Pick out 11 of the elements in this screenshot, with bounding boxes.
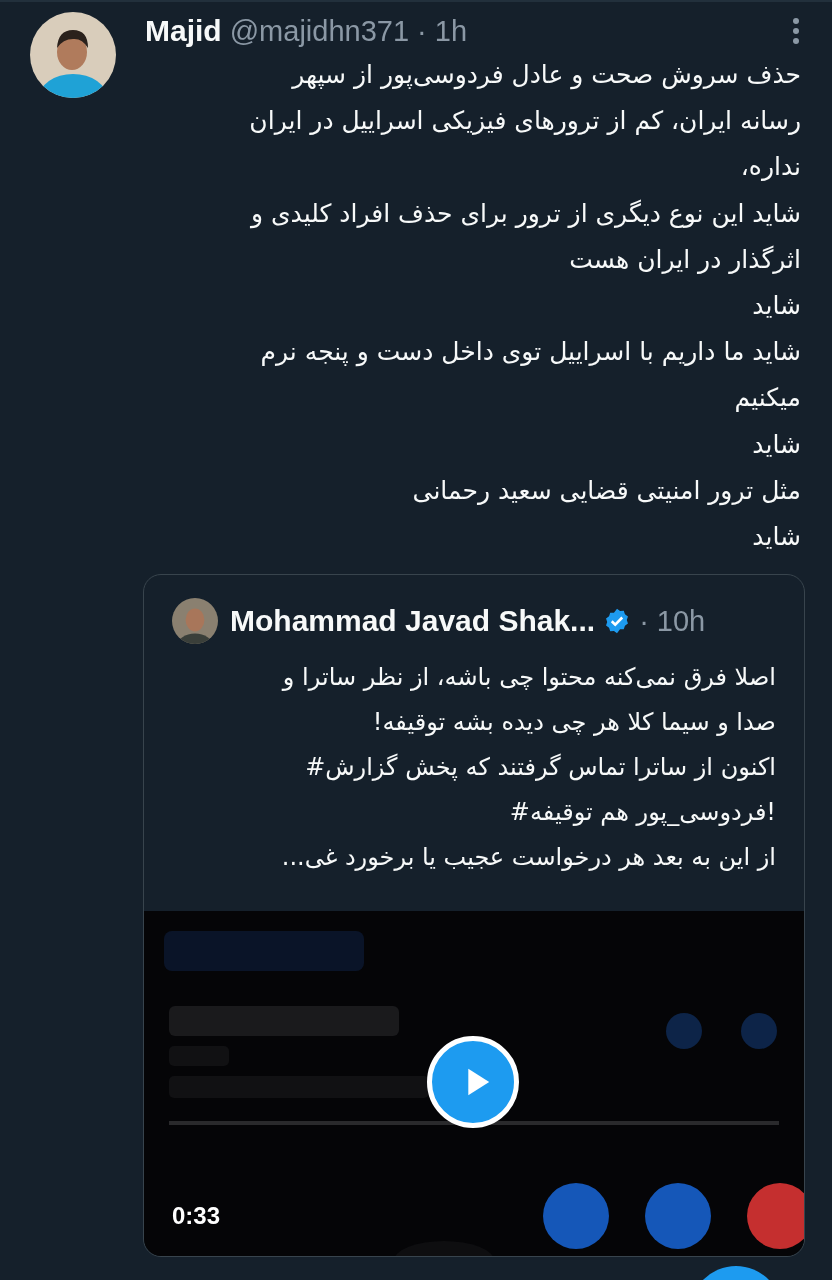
- author-name[interactable]: Majid: [145, 14, 222, 48]
- post-time: · 10h: [639, 604, 706, 638]
- author-handle[interactable]: @majidhn371: [229, 14, 410, 48]
- more-options-icon[interactable]: [792, 17, 800, 45]
- video-duration: 0:33: [172, 1202, 221, 1231]
- quoted-post-card[interactable]: [143, 574, 805, 1258]
- post-text: حذف سروش صحت و عادل فردوسی‌پور از سپهر رسانه ایران، کم از ترورهای فیزیکی اسراییل در ایران نداره، شاید این نوع دیگری از ترور برای حذف افراد کلیدی و اثرگذار در ایران هست شاید شاید ما داریم با اسراییل توی داخل دست و پنجه نرم میکنیم شاید مثل ترور امنیتی قضایی سعید رحمانی شاید: [248, 59, 801, 554]
- author-name[interactable]: Mohammad Javad Shak...: [230, 604, 596, 639]
- quoted-post-text: اصلا فرق نمی‌کنه محتوا چی باشه، از نظر ساترا و صدا و سیما کلا هر چی دیده بشه توقیفه! اکنون از ساترا تماس گرفتند که پخش گزارش# !فردوسی_پور هم توقیفه# از این به بعد هر درخواست عجیب یا برخورد غی...: [280, 662, 777, 874]
- avatar[interactable]: [172, 598, 218, 645]
- post-time: · 1h: [417, 14, 468, 48]
